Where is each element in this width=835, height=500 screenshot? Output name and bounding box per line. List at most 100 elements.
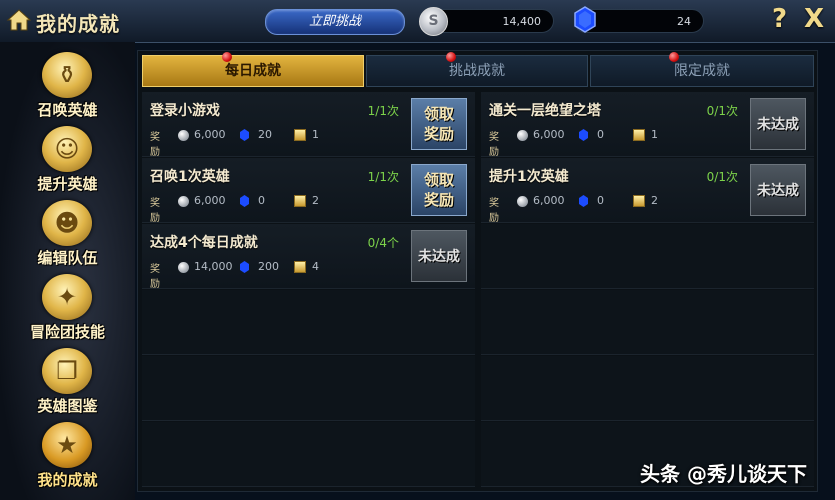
achievement-progress: 1/1次 [367,104,399,118]
sidebar-item-upgrade-hero[interactable]: ☺ 提升英雄 [0,122,135,194]
achievement-title: 登录小游戏 [150,103,220,119]
sidebar-item-label: 我的成就 [37,471,98,489]
medal-icon: ★ [42,422,92,468]
silver-coin-icon [178,130,189,141]
sidebar-item-label: 冒险团技能 [29,323,105,341]
reward-label: 奖励 [150,264,160,290]
team-icon: ☻ [42,200,92,246]
empty-slot [481,290,814,355]
achievement-progress: 0/1次 [706,104,738,118]
help-button[interactable]: ? [772,4,787,34]
blue-gem-icon [579,129,588,141]
sidebar-item-label: 编辑队伍 [37,249,98,267]
blue-gem-icon [240,261,249,273]
blue-gem-icon [574,6,596,33]
top-bar: 我的成就 立即挑战 14,400 S 24 ? X [0,0,835,43]
achievement-row: 通关一层绝望之塔 0/1次 奖励 6,000 0 1 未达成 [481,92,814,158]
summon-jar-icon: ⚱ [42,52,92,98]
achievement-title: 提升1次英雄 [489,169,569,185]
reward-gems: 20 [258,128,272,141]
sidebar-item-label: 召唤英雄 [37,101,98,119]
notification-dot-icon [446,52,456,62]
achievement-column-right: 通关一层绝望之塔 0/1次 奖励 6,000 0 1 未达成 提升1次英雄 0/… [481,92,814,487]
blue-gem-icon [579,195,588,207]
watermark: 头条 @秀儿谈天下 [640,462,807,486]
empty-slot [142,422,475,487]
challenge-now-button[interactable]: 立即挑战 [265,9,405,35]
achievement-title: 通关一层绝望之塔 [489,103,601,119]
blue-gem-icon [240,195,249,207]
reward-label: 奖励 [489,198,499,224]
reward-silver: 6,000 [194,128,226,141]
sidebar: ⚱ 召唤英雄 ☺ 提升英雄 ☻ 编辑队伍 ✦ 冒险团技能 ❐ 英雄图鉴 ★ 我的… [0,42,135,500]
achievement-row: 提升1次英雄 0/1次 奖励 6,000 0 2 未达成 [481,158,814,224]
silver-coin-icon [178,196,189,207]
reward-scrolls: 1 [312,128,319,141]
sidebar-item-summon-hero[interactable]: ⚱ 召唤英雄 [0,48,135,120]
tab-limited-achievements[interactable]: 限定成就 [590,55,814,87]
claim-reward-button[interactable]: 领取 奖励 [411,164,467,216]
tab-label: 挑战成就 [449,63,505,79]
reward-scrolls: 2 [651,194,658,207]
tab-daily-achievements[interactable]: 每日成就 [142,55,364,87]
scroll-icon [294,261,306,273]
achievement-row: 召唤1次英雄 1/1次 奖励 6,000 0 2 领取 奖励 [142,158,475,224]
sidebar-item-guild-skills[interactable]: ✦ 冒险团技能 [0,270,135,342]
achievements-panel: 每日成就 挑战成就 限定成就 登录小游戏 1/1次 奖励 6,000 20 1 … [137,50,818,492]
reward-gems: 0 [258,194,265,207]
claim-reward-button[interactable]: 领取 奖励 [411,98,467,150]
blue-gem-icon [240,129,249,141]
achievement-row: 达成4个每日成就 0/4个 奖励 14,000 200 4 未达成 [142,224,475,290]
achievement-progress: 1/1次 [367,170,399,184]
tab-bar: 每日成就 挑战成就 限定成就 [142,52,814,87]
scroll-icon [294,129,306,141]
reward-scrolls: 2 [312,194,319,207]
sidebar-item-label: 提升英雄 [37,175,98,193]
silver-coin-icon [517,196,528,207]
reward-silver: 14,000 [194,260,233,273]
book-icon: ❐ [42,348,92,394]
sidebar-item-edit-team[interactable]: ☻ 编辑队伍 [0,196,135,268]
empty-slot [142,356,475,421]
reward-silver: 6,000 [533,128,565,141]
reward-silver: 6,000 [533,194,565,207]
empty-slot [481,224,814,289]
not-achieved-button[interactable]: 未达成 [750,98,806,150]
notification-dot-icon [669,52,679,62]
reward-gems: 0 [597,128,604,141]
notification-dot-icon [222,52,232,62]
reward-gems: 200 [258,260,279,273]
silver-coin-icon [517,130,528,141]
achievement-column-left: 登录小游戏 1/1次 奖励 6,000 20 1 领取 奖励 召唤1次英雄 1/… [142,92,475,487]
scroll-icon [294,195,306,207]
scroll-icon [633,129,645,141]
empty-slot [481,356,814,421]
tab-challenge-achievements[interactable]: 挑战成就 [366,55,588,87]
not-achieved-button[interactable]: 未达成 [750,164,806,216]
close-button[interactable]: X [804,4,824,34]
achievement-progress: 0/1次 [706,170,738,184]
shuriken-icon: ✦ [42,274,92,320]
reward-scrolls: 1 [651,128,658,141]
achievement-grid: 登录小游戏 1/1次 奖励 6,000 20 1 领取 奖励 召唤1次英雄 1/… [142,92,814,487]
tab-label: 限定成就 [674,63,730,79]
empty-slot [142,290,475,355]
tab-label: 每日成就 [225,63,281,79]
home-icon[interactable] [6,8,32,32]
reward-label: 奖励 [150,198,160,224]
level-up-icon: ☺ [42,126,92,172]
not-achieved-button[interactable]: 未达成 [411,230,467,282]
sidebar-item-hero-codex[interactable]: ❐ 英雄图鉴 [0,344,135,416]
sidebar-item-label: 英雄图鉴 [37,397,98,415]
silver-coin-icon: S [419,7,448,36]
reward-silver: 6,000 [194,194,226,207]
achievement-row: 登录小游戏 1/1次 奖励 6,000 20 1 领取 奖励 [142,92,475,158]
achievement-title: 达成4个每日成就 [150,235,258,251]
reward-gems: 0 [597,194,604,207]
reward-label: 奖励 [489,132,499,158]
achievement-title: 召唤1次英雄 [150,169,230,185]
silver-coin-icon [178,262,189,273]
sidebar-item-my-achievements[interactable]: ★ 我的成就 [0,418,135,490]
reward-label: 奖励 [150,132,160,158]
page-title: 我的成就 [36,12,120,36]
